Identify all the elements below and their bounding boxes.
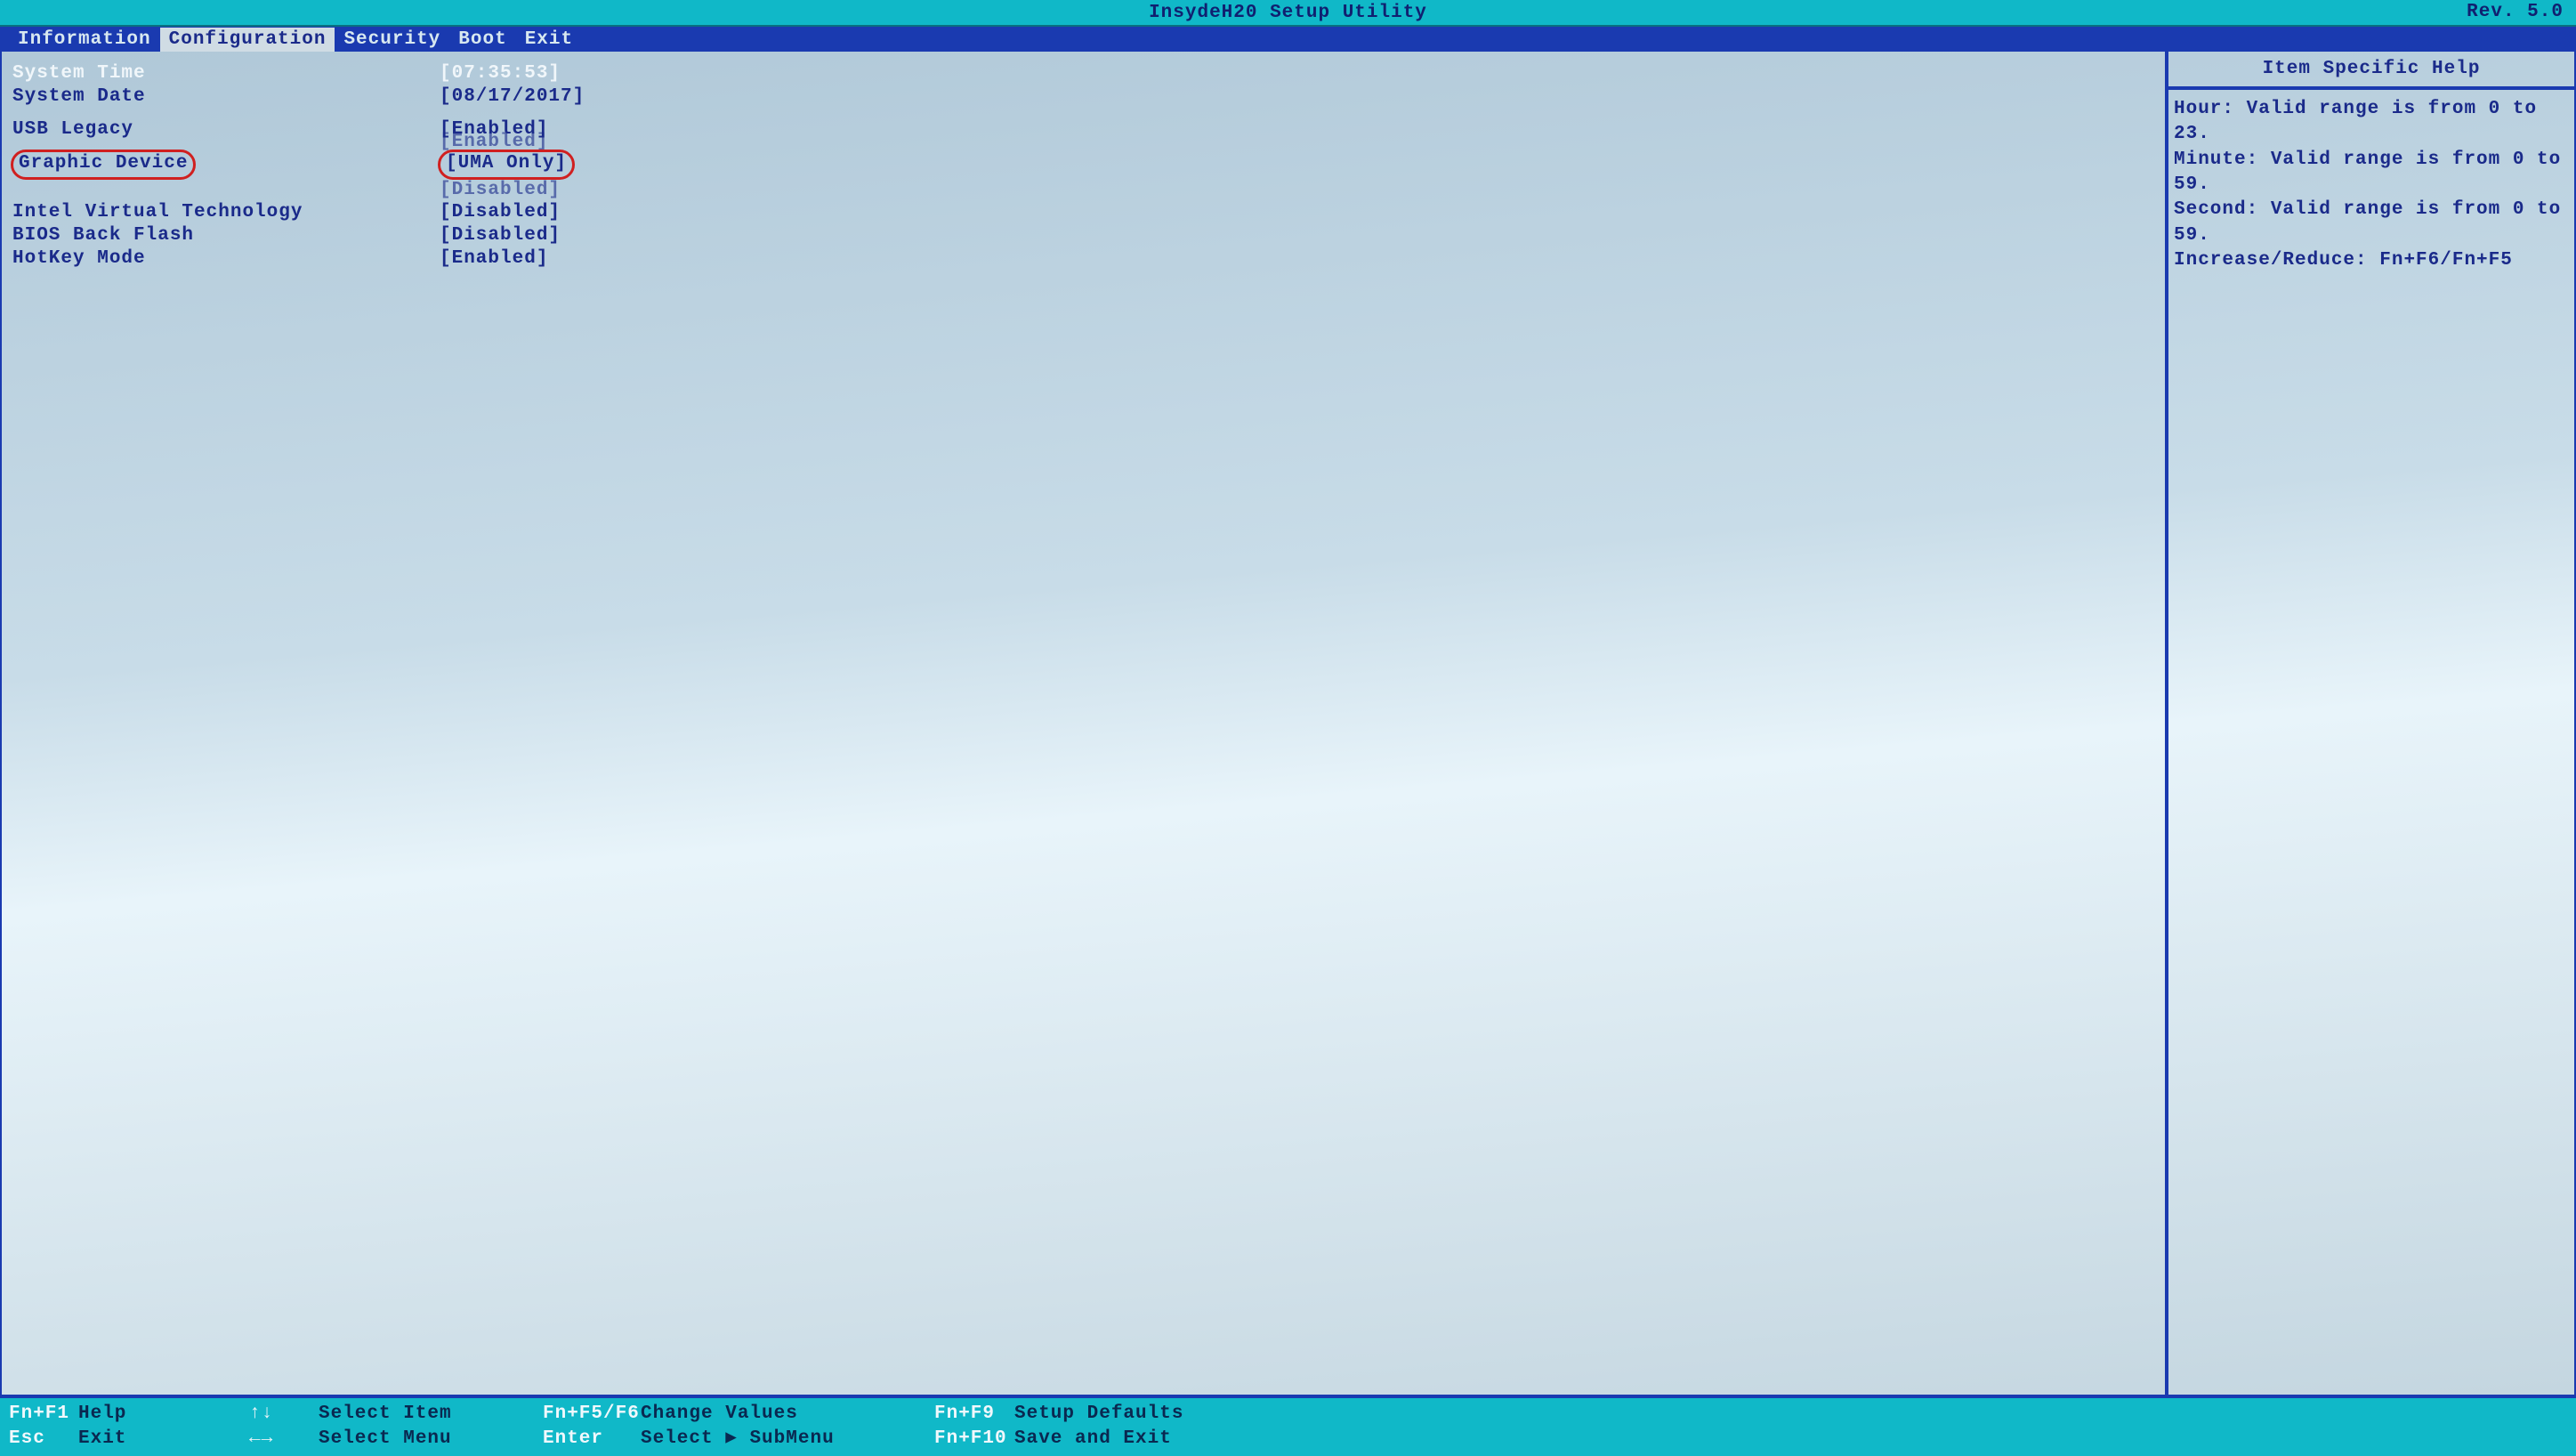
label-hotkey-mode: HotKey Mode	[9, 247, 436, 271]
key-select-item: ↑↓	[249, 1402, 319, 1426]
label-system-date: System Date	[9, 85, 436, 109]
lbl-submenu: Select ▶ SubMenu	[641, 1427, 835, 1451]
value-usb-legacy[interactable]: [Enabled]	[436, 118, 2158, 142]
row-system-time[interactable]: System Time [07:35:53]	[9, 62, 2158, 85]
label-usb-legacy: USB Legacy	[9, 118, 436, 142]
highlight-graphic-device: Graphic Device	[11, 150, 196, 180]
help-line: Minute: Valid range is from 0 to 59.	[2174, 148, 2569, 198]
revision-label: Rev. 5.0	[2467, 2, 2564, 22]
value-hotkey-mode[interactable]: [Enabled]	[436, 247, 2158, 271]
highlight-graphic-value: [UMA Only]	[438, 150, 575, 180]
main-area: System Time [07:35:53] System Date [08/1…	[0, 52, 2576, 1398]
lbl-select-item: Select Item	[319, 1402, 452, 1426]
help-line: Hour: Valid range is from 0 to 23.	[2174, 97, 2569, 148]
key-setup-defaults: Fn+F9	[934, 1402, 1014, 1426]
help-body: Hour: Valid range is from 0 to 23. Minut…	[2168, 90, 2574, 280]
help-title: Item Specific Help	[2168, 52, 2574, 90]
row-hotkey-mode[interactable]: HotKey Mode [Enabled]	[9, 260, 2158, 283]
row-usb-legacy[interactable]: USB Legacy [Enabled]	[9, 118, 2158, 142]
settings-table: System Time [07:35:53] System Date [08/1…	[9, 62, 2158, 283]
key-help: Fn+F1	[9, 1402, 78, 1426]
value-intel-vt[interactable]: [Disabled]	[436, 201, 2158, 224]
key-change-values: Fn+F5/F6	[543, 1402, 641, 1426]
lbl-exit: Exit	[78, 1427, 126, 1451]
key-enter: Enter	[543, 1427, 641, 1451]
title-bar: InsydeH20 Setup Utility Rev. 5.0	[0, 0, 2576, 27]
help-line: Second: Valid range is from 0 to 59.	[2174, 198, 2569, 248]
help-line: Increase/Reduce: Fn+F6/Fn+F5	[2174, 248, 2569, 273]
label-bios-back-flash: BIOS Back Flash	[9, 224, 436, 247]
value-bios-back-flash[interactable]: [Disabled]	[436, 224, 2158, 247]
tab-exit[interactable]: Exit	[516, 28, 582, 52]
row-system-date[interactable]: System Date [08/17/2017]	[9, 85, 2158, 109]
value-graphic-device[interactable]: [UMA Only]	[446, 153, 567, 174]
key-select-menu: ←→	[249, 1427, 319, 1451]
value-system-date[interactable]: [08/17/2017]	[436, 85, 2158, 109]
key-exit: Esc	[9, 1427, 78, 1451]
label-system-time: System Time	[9, 62, 436, 85]
app-title: InsydeH20 Setup Utility	[1149, 3, 1427, 23]
tab-security[interactable]: Security	[335, 28, 449, 52]
value-hidden-2[interactable]: [Disabled]	[440, 180, 561, 200]
help-pane: Item Specific Help Hour: Valid range is …	[2165, 52, 2574, 1395]
label-intel-vt: Intel Virtual Technology	[9, 201, 436, 224]
lbl-save-exit: Save and Exit	[1014, 1427, 1172, 1451]
tab-information[interactable]: Information	[9, 28, 160, 52]
lbl-help: Help	[78, 1402, 126, 1426]
lbl-select-menu: Select Menu	[319, 1427, 452, 1451]
key-save-exit: Fn+F10	[934, 1427, 1014, 1451]
label-graphic-device: Graphic Device	[19, 153, 188, 174]
menu-bar: Information Configuration Security Boot …	[0, 27, 2576, 52]
value-system-time[interactable]: [07:35:53]	[436, 62, 2158, 85]
tab-configuration[interactable]: Configuration	[160, 28, 335, 52]
row-graphic-device[interactable]: Graphic Device [UMA Only]	[9, 165, 2158, 190]
settings-pane: System Time [07:35:53] System Date [08/1…	[2, 52, 2165, 1395]
footer-bar: Fn+F1Help ↑↓Select Item Fn+F5/F6Change V…	[0, 1398, 2576, 1456]
lbl-change-values: Change Values	[641, 1402, 798, 1426]
lbl-setup-defaults: Setup Defaults	[1014, 1402, 1183, 1426]
tab-boot[interactable]: Boot	[449, 28, 515, 52]
